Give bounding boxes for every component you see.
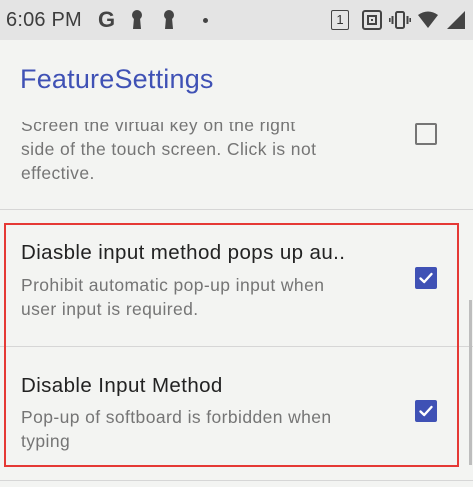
checkmark-icon bbox=[419, 272, 433, 284]
preference-summary-line: Screen the virtual key on the right bbox=[21, 122, 296, 135]
preference-summary-line: Prohibit automatic pop-up input when bbox=[21, 275, 325, 295]
preference-summary-line: side of the touch screen. Click is not bbox=[21, 139, 317, 159]
preference-item-disable-input[interactable]: Disable Input Method Pop-up of softboard… bbox=[0, 347, 473, 467]
divider bbox=[0, 209, 473, 210]
preference-item-virtual-key[interactable]: Screen the virtual key on the right side… bbox=[0, 122, 473, 209]
preference-title: Diasble input method pops up au.. bbox=[21, 241, 346, 264]
screen: 6:06 PM G 1 FeatureSettings Screen the v… bbox=[0, 0, 473, 487]
nfc-icon bbox=[362, 10, 382, 30]
checkmark-icon bbox=[419, 405, 433, 417]
preference-summary: Prohibit automatic pop-up input when use… bbox=[21, 273, 393, 321]
wifi-icon bbox=[418, 11, 438, 28]
preference-summary-line: Pop-up of softboard is forbidden when bbox=[21, 407, 332, 427]
signal-icon bbox=[447, 11, 465, 29]
preference-summary: Screen the virtual key on the right side… bbox=[21, 122, 393, 185]
app-bar: FeatureSettings bbox=[0, 40, 473, 122]
status-bar: 6:06 PM G 1 bbox=[0, 0, 473, 40]
divider bbox=[0, 480, 473, 481]
app-title: FeatureSettings bbox=[20, 64, 214, 94]
status-time: 6:06 PM bbox=[6, 9, 82, 31]
preference-summary: Pop-up of softboard is forbidden when ty… bbox=[21, 405, 393, 453]
preference-checkbox[interactable] bbox=[415, 400, 437, 422]
preference-checkbox[interactable] bbox=[415, 267, 437, 289]
preference-summary-line: user input is required. bbox=[21, 299, 199, 319]
preference-title: Disable Input Method bbox=[21, 374, 223, 397]
status-right-icons: 1 bbox=[331, 8, 467, 32]
keyhole-icon bbox=[164, 10, 175, 29]
vibrate-icon bbox=[389, 11, 411, 29]
preference-checkbox[interactable] bbox=[415, 123, 437, 145]
sim-slot-icon: 1 bbox=[331, 10, 349, 30]
preference-list[interactable]: Screen the virtual key on the right side… bbox=[0, 122, 473, 487]
preference-item-input-popup[interactable]: Diasble input method pops up au.. Prohib… bbox=[0, 224, 473, 346]
google-g-icon: G bbox=[98, 7, 116, 32]
keyhole-icon bbox=[132, 10, 143, 29]
preference-summary-line: typing bbox=[21, 431, 71, 451]
preference-summary-line: effective. bbox=[21, 163, 95, 183]
status-left-icons: G bbox=[98, 7, 209, 32]
scrollbar-thumb[interactable] bbox=[469, 300, 472, 465]
notification-dot-icon bbox=[203, 17, 209, 23]
